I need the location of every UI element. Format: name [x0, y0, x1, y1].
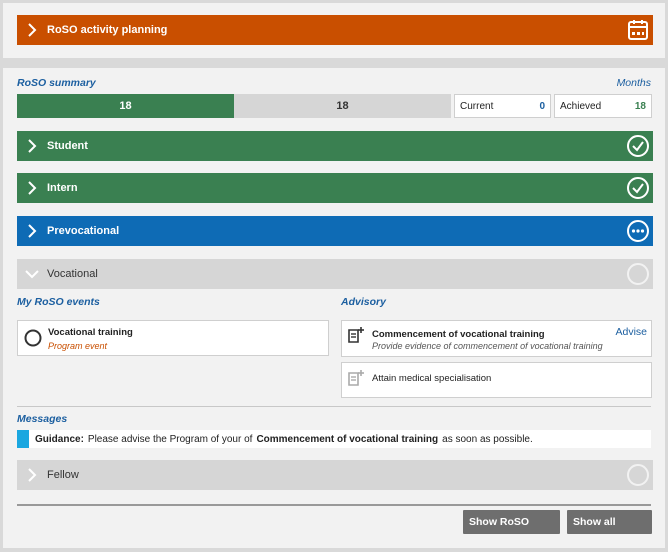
achieved-stat: Achieved 18	[554, 94, 652, 118]
current-stat: Current 0	[454, 94, 551, 118]
advisory-card: Attain medical specialisation	[341, 362, 652, 398]
advise-link[interactable]: Advise	[615, 326, 647, 338]
activity-planning-banner[interactable]: RoSO activity planning	[17, 15, 653, 45]
my-events-title: My RoSO events	[17, 296, 100, 308]
activity-planning-label: RoSO activity planning	[47, 24, 168, 36]
chevron-right-icon	[17, 139, 47, 153]
stage-label: Fellow	[47, 469, 79, 481]
stage-student[interactable]: Student	[17, 131, 653, 161]
stage-fellow[interactable]: Fellow	[17, 460, 653, 490]
advisory-card: Commencement of vocational training Prov…	[341, 320, 652, 357]
more-circle-icon	[623, 216, 653, 246]
activity-panel: RoSO activity planning	[3, 3, 665, 58]
note-add-icon	[348, 327, 364, 343]
event-subtitle: Program event	[48, 341, 108, 351]
guidance-label: Guidance:	[35, 433, 84, 445]
divider	[17, 504, 651, 506]
stage-label: Vocational	[47, 268, 98, 280]
guidance-message: Guidance: Please advise the Program of y…	[17, 430, 651, 448]
check-circle-icon	[623, 173, 653, 203]
empty-circle-icon	[623, 460, 653, 490]
stage-intern[interactable]: Intern	[17, 173, 653, 203]
show-all-button[interactable]: Show all	[567, 510, 652, 534]
stage-vocational[interactable]: Vocational	[17, 259, 653, 289]
advisory-subtitle: Provide evidence of commencement of voca…	[372, 341, 603, 351]
stage-prevocational[interactable]: Prevocational	[17, 216, 653, 246]
chevron-right-icon	[17, 181, 47, 195]
divider	[17, 406, 651, 407]
advisory-title-text: Attain medical specialisation	[372, 373, 492, 384]
event-status-circle-icon	[24, 329, 42, 347]
guidance-emphasis: Commencement of vocational training	[256, 433, 439, 445]
event-card[interactable]: Vocational training Program event	[17, 320, 329, 356]
summary-title: RoSO summary	[17, 77, 96, 89]
progress-achieved: 18	[17, 94, 234, 118]
check-circle-icon	[623, 131, 653, 161]
calendar-icon[interactable]	[623, 15, 653, 45]
guidance-text: Please advise the Program of your of	[87, 433, 253, 445]
roso-summary-panel: RoSO summary Months 18 18 Current 0 Achi…	[3, 68, 665, 548]
progress-remaining: 18	[336, 100, 349, 112]
stage-label: Intern	[47, 182, 78, 194]
guidance-text-end: as soon as possible.	[442, 433, 533, 445]
message-accent-bar	[17, 430, 29, 448]
advisory-title-text: Commencement of vocational training	[372, 329, 545, 340]
advisory-title: Advisory	[341, 296, 386, 308]
note-add-icon	[348, 370, 364, 386]
chevron-right-icon	[17, 23, 47, 37]
months-progress-bar: 18 18	[17, 94, 451, 118]
empty-circle-icon	[623, 259, 653, 289]
months-link[interactable]: Months	[617, 77, 651, 89]
chevron-right-icon	[17, 468, 47, 482]
stage-label: Prevocational	[47, 225, 120, 237]
achieved-value: 18	[634, 100, 646, 112]
chevron-down-icon	[17, 269, 47, 279]
current-label: Current	[460, 100, 494, 112]
achieved-label: Achieved	[560, 100, 602, 112]
show-roso-button[interactable]: Show RoSO	[463, 510, 560, 534]
event-title: Vocational training	[48, 327, 133, 338]
current-value: 0	[539, 100, 545, 112]
stage-label: Student	[47, 140, 88, 152]
chevron-right-icon	[17, 224, 47, 238]
messages-title: Messages	[17, 413, 68, 425]
